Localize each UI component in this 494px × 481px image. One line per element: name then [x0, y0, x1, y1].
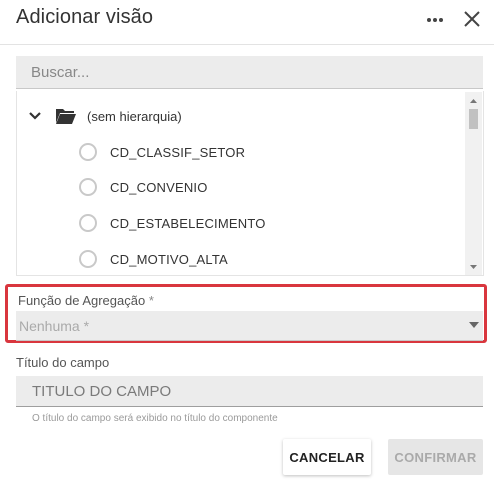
- search-field[interactable]: [16, 56, 483, 89]
- field-title-helper: O título do campo será exibido no título…: [32, 413, 278, 424]
- dropdown-caret-icon[interactable]: [469, 322, 479, 329]
- list-item[interactable]: CD_ESTABELECIMENTO: [79, 210, 266, 236]
- list-item-label: CD_MOTIVO_ALTA: [110, 251, 228, 267]
- scroll-up-arrow-icon[interactable]: [465, 96, 482, 106]
- scroll-down-arrow-icon[interactable]: [465, 262, 482, 272]
- list-item-label: CD_CLASSIF_SETOR: [110, 144, 246, 160]
- add-view-dialog: Adicionar visão (sem hierarquia) CD_CLAS…: [0, 0, 494, 481]
- dialog-header: Adicionar visão: [0, 0, 494, 45]
- field-title-input[interactable]: [16, 376, 472, 406]
- radio-button[interactable]: [79, 178, 97, 196]
- list-item[interactable]: CD_CLASSIF_SETOR: [79, 139, 245, 165]
- list-item[interactable]: CD_MOTIVO_ALTA: [79, 246, 228, 272]
- chevron-down-icon[interactable]: [27, 108, 43, 124]
- aggregation-selected-value: Nenhuma *: [19, 318, 90, 334]
- tree-folder-label: (sem hierarquia): [87, 108, 182, 124]
- field-title-label: Título do campo: [16, 355, 110, 370]
- more-horizontal-icon[interactable]: [424, 10, 446, 30]
- list-item-label: CD_ESTABELECIMENTO: [110, 215, 266, 231]
- confirm-button[interactable]: CONFIRMAR: [388, 439, 483, 475]
- close-icon[interactable]: [461, 8, 483, 30]
- radio-button[interactable]: [79, 143, 97, 161]
- tree-list: (sem hierarquia) CD_CLASSIF_SETOR CD_CON…: [16, 91, 484, 276]
- radio-button[interactable]: [79, 214, 97, 232]
- folder-open-icon: [56, 109, 76, 124]
- list-item-label: CD_CONVENIO: [110, 179, 208, 195]
- scrollbar-thumb[interactable]: [469, 109, 478, 129]
- aggregation-select[interactable]: Nenhuma *: [16, 311, 483, 341]
- radio-button[interactable]: [79, 250, 97, 268]
- tree-folder-row[interactable]: (sem hierarquia): [27, 103, 182, 129]
- tree-scrollbar[interactable]: [465, 92, 482, 275]
- field-title-field[interactable]: [16, 376, 483, 407]
- aggregation-label: Função de Agregação *: [18, 293, 154, 308]
- list-item[interactable]: CD_CONVENIO: [79, 174, 208, 200]
- required-mark: *: [148, 293, 154, 308]
- aggregation-field-highlight: Função de Agregação * Nenhuma *: [5, 284, 487, 343]
- aggregation-label-text: Função de Agregação: [18, 293, 146, 308]
- search-input[interactable]: [16, 56, 471, 88]
- cancel-button[interactable]: CANCELAR: [283, 439, 371, 475]
- dialog-title: Adicionar visão: [16, 6, 154, 28]
